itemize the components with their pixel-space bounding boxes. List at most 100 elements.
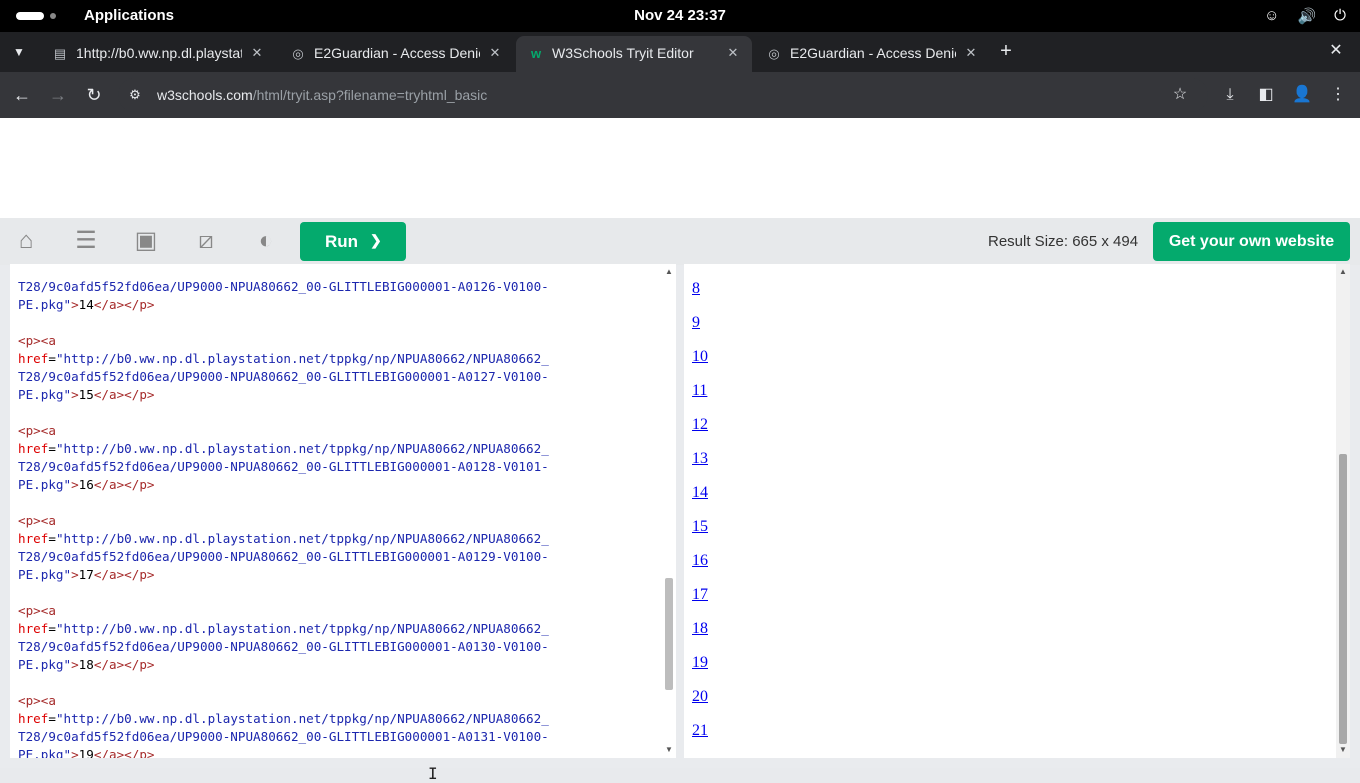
code-scrollbar[interactable]: ▲ ▼ xyxy=(662,264,676,758)
scroll-thumb[interactable] xyxy=(665,578,673,690)
result-size: Result Size: 665 x 494 xyxy=(988,233,1139,250)
tab-3-active[interactable]: w W3Schools Tryit Editor ✕ xyxy=(516,36,752,72)
code-equals: = xyxy=(48,711,56,726)
back-icon[interactable]: ← xyxy=(10,83,34,107)
new-tab-icon[interactable]: + xyxy=(994,40,1018,64)
code-tag: </a></p> xyxy=(93,567,155,582)
code-text[interactable]: T28/9c0afd5f52fd06ea/UP9000-NPUA80662_00… xyxy=(18,264,658,758)
code-text-number: 15 xyxy=(78,387,94,402)
code-value: "http://b0.ww.np.dl.playstation.net/tppk… xyxy=(55,441,549,456)
code-line-url: T28/9c0afd5f52fd06ea/UP9000-NPUA80662_00… xyxy=(18,728,658,746)
tab-title: 1http://b0.ww.np.dl.playstation xyxy=(76,45,242,61)
scroll-up-icon[interactable]: ▲ xyxy=(662,266,676,278)
close-tab-icon[interactable]: ✕ xyxy=(486,44,504,62)
result-link[interactable]: 21 xyxy=(692,722,708,756)
url-text[interactable]: w3schools.com/html/tryit.asp?filename=tr… xyxy=(157,87,487,103)
result-link[interactable]: 14 xyxy=(692,484,708,518)
code-line-open-tag xyxy=(18,264,658,278)
save-icon[interactable]: ▣ xyxy=(131,226,161,256)
result-link[interactable]: 10 xyxy=(692,348,708,382)
home-icon[interactable]: ⌂ xyxy=(11,226,41,256)
download-icon[interactable]: ⤓ xyxy=(1218,83,1242,107)
power-icon[interactable]: ⏻ xyxy=(1334,7,1346,25)
close-tab-icon[interactable]: ✕ xyxy=(724,44,742,62)
tab-search-chevron-icon[interactable]: ▼ xyxy=(8,41,30,63)
code-value: PE.pkg" xyxy=(18,657,72,672)
result-link[interactable]: 20 xyxy=(692,688,708,722)
scroll-up-icon[interactable]: ▲ xyxy=(1336,266,1350,278)
menu-icon[interactable]: ☰ xyxy=(71,226,101,256)
code-value: T28/9c0afd5f52fd06ea/UP9000-NPUA80662_00… xyxy=(18,279,549,294)
side-panel-icon[interactable]: ◧ xyxy=(1254,83,1278,107)
close-tab-icon[interactable]: ✕ xyxy=(962,44,980,62)
code-attr: href xyxy=(18,441,49,456)
code-equals: = xyxy=(48,441,56,456)
result-link[interactable]: 13 xyxy=(692,450,708,484)
result-link[interactable]: 18 xyxy=(692,620,708,654)
window-close-icon[interactable]: ✕ xyxy=(1326,41,1346,61)
tab-1[interactable]: ▤ 1http://b0.ww.np.dl.playstation ✕ xyxy=(40,36,276,72)
tab-4[interactable]: ◎ E2Guardian - Access Denied ✕ xyxy=(754,36,990,72)
code-tag: > xyxy=(71,657,79,672)
reload-icon[interactable]: ↻ xyxy=(82,83,106,107)
forward-icon[interactable]: → xyxy=(46,83,70,107)
code-tag: <p><a xyxy=(18,603,56,618)
site-info-icon[interactable]: ⚙ xyxy=(126,86,144,104)
code-line-open-tag: <p><a xyxy=(18,422,658,440)
tab-strip: ▼ ▤ 1http://b0.ww.np.dl.playstation ✕ ◎ … xyxy=(0,32,1360,72)
address-bar[interactable]: ⚙ w3schools.com/html/tryit.asp?filename=… xyxy=(118,78,1208,112)
result-link[interactable]: 16 xyxy=(692,552,708,586)
system-top-bar: Applications Nov 24 23:37 ☺ 🔊 ⏻ xyxy=(0,0,1360,32)
run-button[interactable]: Run ❯ xyxy=(300,222,406,261)
code-equals: = xyxy=(48,531,56,546)
ad-space xyxy=(0,118,1360,218)
code-line-href: href="http://b0.ww.np.dl.playstation.net… xyxy=(18,620,658,638)
get-your-own-website-button[interactable]: Get your own website xyxy=(1153,222,1350,261)
code-tag: <p><a xyxy=(18,513,56,528)
code-tag: </a></p> xyxy=(93,477,155,492)
code-editor[interactable]: T28/9c0afd5f52fd06ea/UP9000-NPUA80662_00… xyxy=(10,264,676,758)
code-tag: </a></p> xyxy=(93,297,155,312)
code-text-number: 17 xyxy=(78,567,94,582)
result-link[interactable]: 15 xyxy=(692,518,708,552)
run-label: Run xyxy=(325,232,359,251)
result-link[interactable]: 12 xyxy=(692,416,708,450)
result-frame: 8 9 10 11 12 13 14 15 16 17 18 19 20 21 ▲ ▼ xyxy=(684,264,1350,758)
result-link[interactable]: 19 xyxy=(692,654,708,688)
page-icon: ▤ xyxy=(53,46,67,61)
menu-kebab-icon[interactable]: ⋮ xyxy=(1326,83,1350,107)
scroll-thumb[interactable] xyxy=(1339,454,1347,744)
code-line-open-tag: <p><a xyxy=(18,512,658,530)
close-tab-icon[interactable]: ✕ xyxy=(248,44,266,62)
code-line-href: href="http://b0.ww.np.dl.playstation.net… xyxy=(18,350,658,368)
code-value: T28/9c0afd5f52fd06ea/UP9000-NPUA80662_00… xyxy=(18,369,549,384)
code-value: T28/9c0afd5f52fd06ea/UP9000-NPUA80662_00… xyxy=(18,549,549,564)
contrast-icon[interactable]: ◐ xyxy=(251,226,281,256)
tab-2[interactable]: ◎ E2Guardian - Access Denied ✕ xyxy=(278,36,514,72)
scroll-down-icon[interactable]: ▼ xyxy=(1336,744,1350,756)
code-text-number: 19 xyxy=(78,747,94,758)
result-link[interactable]: 11 xyxy=(692,382,708,416)
code-line-url: T28/9c0afd5f52fd06ea/UP9000-NPUA80662_00… xyxy=(18,278,658,296)
volume-icon[interactable]: 🔊 xyxy=(1297,7,1316,25)
code-value: PE.pkg" xyxy=(18,747,72,758)
rotate-layout-icon[interactable]: ⧄ xyxy=(191,226,221,256)
bookmark-star-icon[interactable]: ☆ xyxy=(1170,85,1190,105)
result-scrollbar[interactable]: ▲ ▼ xyxy=(1336,264,1350,758)
globe-icon: ◎ xyxy=(768,46,780,61)
code-attr: href xyxy=(18,351,49,366)
accessibility-icon[interactable]: ☺ xyxy=(1264,7,1279,25)
scroll-down-icon[interactable]: ▼ xyxy=(662,744,676,756)
result-link-list: 8 9 10 11 12 13 14 15 16 17 18 19 20 21 xyxy=(692,280,708,756)
result-link[interactable]: 17 xyxy=(692,586,708,620)
result-link[interactable]: 9 xyxy=(692,314,708,348)
clock[interactable]: Nov 24 23:37 xyxy=(0,7,1360,24)
system-tray[interactable]: ☺ 🔊 ⏻ xyxy=(1264,7,1346,25)
url-domain: w3schools.com xyxy=(157,87,253,103)
code-attr: href xyxy=(18,621,49,636)
profile-icon[interactable]: 👤 xyxy=(1290,83,1314,107)
result-link[interactable]: 8 xyxy=(692,280,708,314)
code-equals: = xyxy=(48,621,56,636)
